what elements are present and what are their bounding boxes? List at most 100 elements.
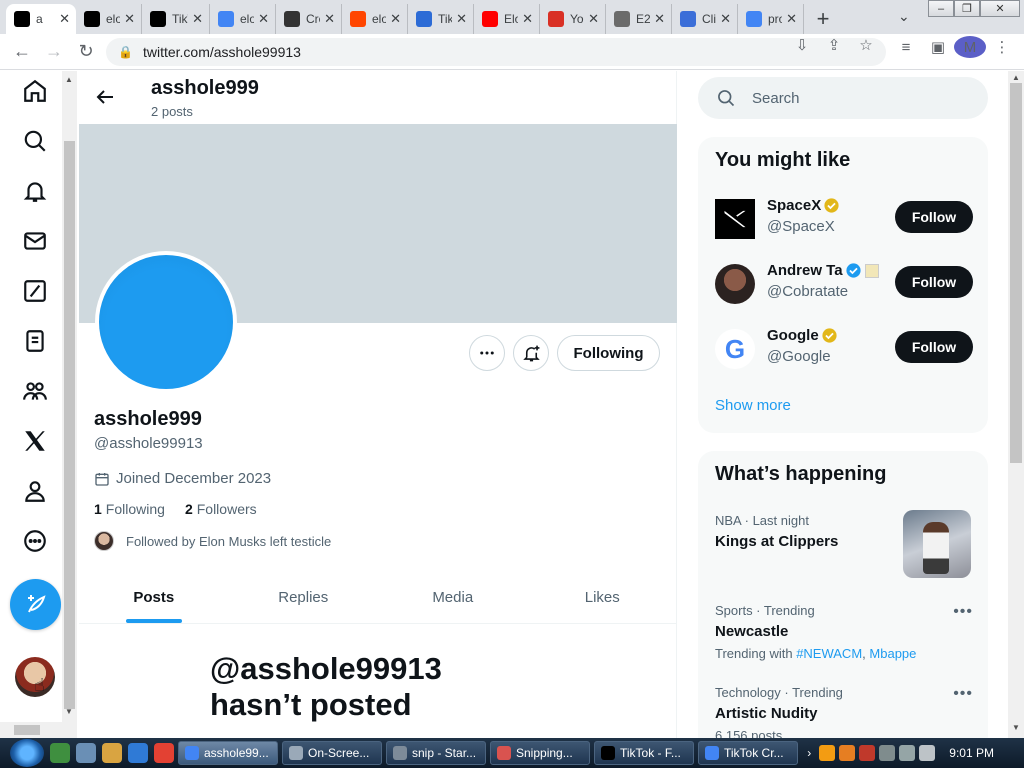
share-icon[interactable]: ⇪ [818, 36, 850, 54]
close-tab-icon[interactable]: ✕ [258, 11, 269, 27]
compose-post-button[interactable] [10, 579, 61, 630]
search-input[interactable]: Search [698, 77, 988, 119]
taskbar-clock[interactable]: 9:01 PM [949, 746, 994, 760]
browser-tab[interactable]: elon ✕ [76, 4, 142, 34]
show-desktop-icon[interactable] [76, 743, 96, 763]
scroll-up-arrow-icon[interactable]: ▲ [1012, 73, 1020, 82]
profile-picture[interactable] [95, 251, 237, 393]
browser-tab[interactable]: elon ✕ [342, 4, 408, 34]
browser-tab[interactable]: pron ✕ [738, 4, 804, 34]
close-tab-icon[interactable]: ✕ [390, 11, 401, 27]
suggestion-google[interactable]: G Google @Google Follow [715, 327, 973, 371]
maximize-button[interactable]: ❐ [954, 0, 980, 17]
x-premium-icon[interactable] [17, 423, 53, 459]
following-count-link[interactable]: 1 Following [94, 501, 165, 517]
url-bar[interactable]: 🔒 twitter.com/asshole99913 [106, 38, 886, 66]
close-tab-icon[interactable]: ✕ [588, 11, 599, 27]
close-tab-icon[interactable]: ✕ [192, 11, 203, 27]
back-nav-button[interactable]: ← [6, 36, 38, 68]
messages-envelope-icon[interactable] [17, 223, 53, 259]
close-tab-icon[interactable]: ✕ [522, 11, 533, 27]
taskbar-window-button[interactable]: TikTok Cr... [698, 741, 798, 765]
close-tab-icon[interactable]: ✕ [124, 11, 135, 27]
follow-button[interactable]: Follow [895, 201, 973, 233]
explore-search-icon[interactable] [17, 123, 53, 159]
action-center-flag-icon[interactable] [859, 745, 876, 761]
start-button[interactable] [10, 739, 44, 767]
browser-tab[interactable]: TikTo ✕ [142, 4, 210, 34]
browser-tab[interactable]: elon ✕ [210, 4, 276, 34]
tab-likes[interactable]: Likes [528, 571, 678, 623]
quicklaunch-icon[interactable] [50, 743, 70, 763]
ie-icon[interactable] [128, 743, 148, 763]
trend-topic-link[interactable]: Mbappe [869, 646, 916, 661]
suggestion-andrew[interactable]: Andrew Ta @Cobratate Follow [715, 262, 973, 306]
follow-button[interactable]: Follow [895, 331, 973, 363]
horizontal-scrollbar-thumb[interactable] [14, 725, 40, 735]
close-tab-icon[interactable]: ✕ [59, 11, 70, 27]
notify-bell-button[interactable] [513, 335, 549, 371]
trend-item[interactable]: Technology · Trending Artistic Nudity 6,… [715, 685, 973, 738]
browser-tab[interactable]: Crea ✕ [276, 4, 342, 34]
explorer-folder-icon[interactable] [102, 743, 122, 763]
taskbar-window-button[interactable]: snip - Star... [386, 741, 486, 765]
close-tab-icon[interactable]: ✕ [786, 11, 797, 27]
followers-count-link[interactable]: 2 Followers [185, 501, 257, 517]
network-icon[interactable] [879, 745, 896, 761]
scroll-up-arrow-icon[interactable]: ▲ [65, 75, 73, 84]
back-arrow-icon[interactable] [93, 85, 117, 109]
followed-by-row[interactable]: Followed by Elon Musks left testicle [94, 531, 331, 551]
chrome-icon[interactable] [154, 743, 174, 763]
right-scrollbar[interactable]: ▲ ▼ [1008, 71, 1024, 738]
side-panel-icon[interactable]: ▣ [922, 38, 954, 56]
bookmark-star-icon[interactable]: ☆ [850, 36, 882, 54]
notifications-bell-icon[interactable] [17, 173, 53, 209]
more-options-icon[interactable] [17, 523, 53, 559]
scroll-down-arrow-icon[interactable]: ▼ [1012, 723, 1020, 732]
trend-hashtag-link[interactable]: #NEWACM [796, 646, 862, 661]
left-scrollbar[interactable]: ▲ ▼ [62, 71, 77, 738]
close-tab-icon[interactable]: ✕ [654, 11, 665, 27]
minimize-button[interactable]: – [928, 0, 954, 17]
horizontal-scrollbar[interactable] [0, 722, 62, 738]
volume-icon[interactable] [899, 745, 916, 761]
profile-avatar-icon[interactable]: M [954, 36, 986, 58]
scrollbar-thumb[interactable] [1010, 83, 1022, 463]
trend-more-icon[interactable]: ••• [953, 603, 973, 621]
new-tab-plus-icon[interactable]: + [808, 4, 838, 34]
taskbar-window-button[interactable]: TikTok - F... [594, 741, 694, 765]
tray-expand-chevron-icon[interactable]: › [807, 746, 811, 760]
scrollbar-thumb[interactable] [64, 141, 75, 709]
more-actions-button[interactable] [469, 335, 505, 371]
browser-tab[interactable]: a ✕ [6, 4, 76, 34]
media-queue-icon[interactable]: ≡ [890, 39, 922, 56]
browser-tab[interactable]: Click ✕ [672, 4, 738, 34]
grok-icon[interactable] [17, 273, 53, 309]
scroll-down-arrow-icon[interactable]: ▼ [65, 707, 73, 716]
menu-kebab-icon[interactable]: ⋮ [986, 38, 1018, 56]
tab-media[interactable]: Media [378, 571, 528, 623]
battery-icon[interactable] [919, 745, 936, 761]
browser-tab[interactable]: Elon ✕ [474, 4, 540, 34]
home-icon[interactable] [17, 73, 53, 109]
tab-posts[interactable]: Posts [79, 571, 229, 623]
communities-icon[interactable] [17, 373, 53, 409]
taskbar-window-button[interactable]: asshole99... [178, 741, 278, 765]
trend-item[interactable]: Sports · Trending Newcastle Trending wit… [715, 603, 973, 661]
close-tab-icon[interactable]: ✕ [720, 11, 731, 27]
forward-nav-button[interactable]: → [38, 36, 70, 68]
show-more-link[interactable]: Show more [715, 397, 791, 414]
browser-tab[interactable]: Yout ✕ [540, 4, 606, 34]
close-tab-icon[interactable]: ✕ [456, 11, 467, 27]
browser-tab[interactable]: Tikto ✕ [408, 4, 474, 34]
trend-more-icon[interactable]: ••• [953, 685, 973, 703]
reload-button[interactable]: ↻ [70, 36, 102, 68]
close-tab-icon[interactable]: ✕ [324, 11, 335, 27]
install-icon[interactable]: ⇩ [786, 36, 818, 54]
profile-icon[interactable] [17, 473, 53, 509]
tray-app-icon[interactable] [839, 745, 856, 761]
following-button[interactable]: Following [557, 335, 660, 371]
tab-replies[interactable]: Replies [229, 571, 379, 623]
follow-button[interactable]: Follow [895, 266, 973, 298]
browser-tab[interactable]: E2G✕ [606, 4, 672, 34]
